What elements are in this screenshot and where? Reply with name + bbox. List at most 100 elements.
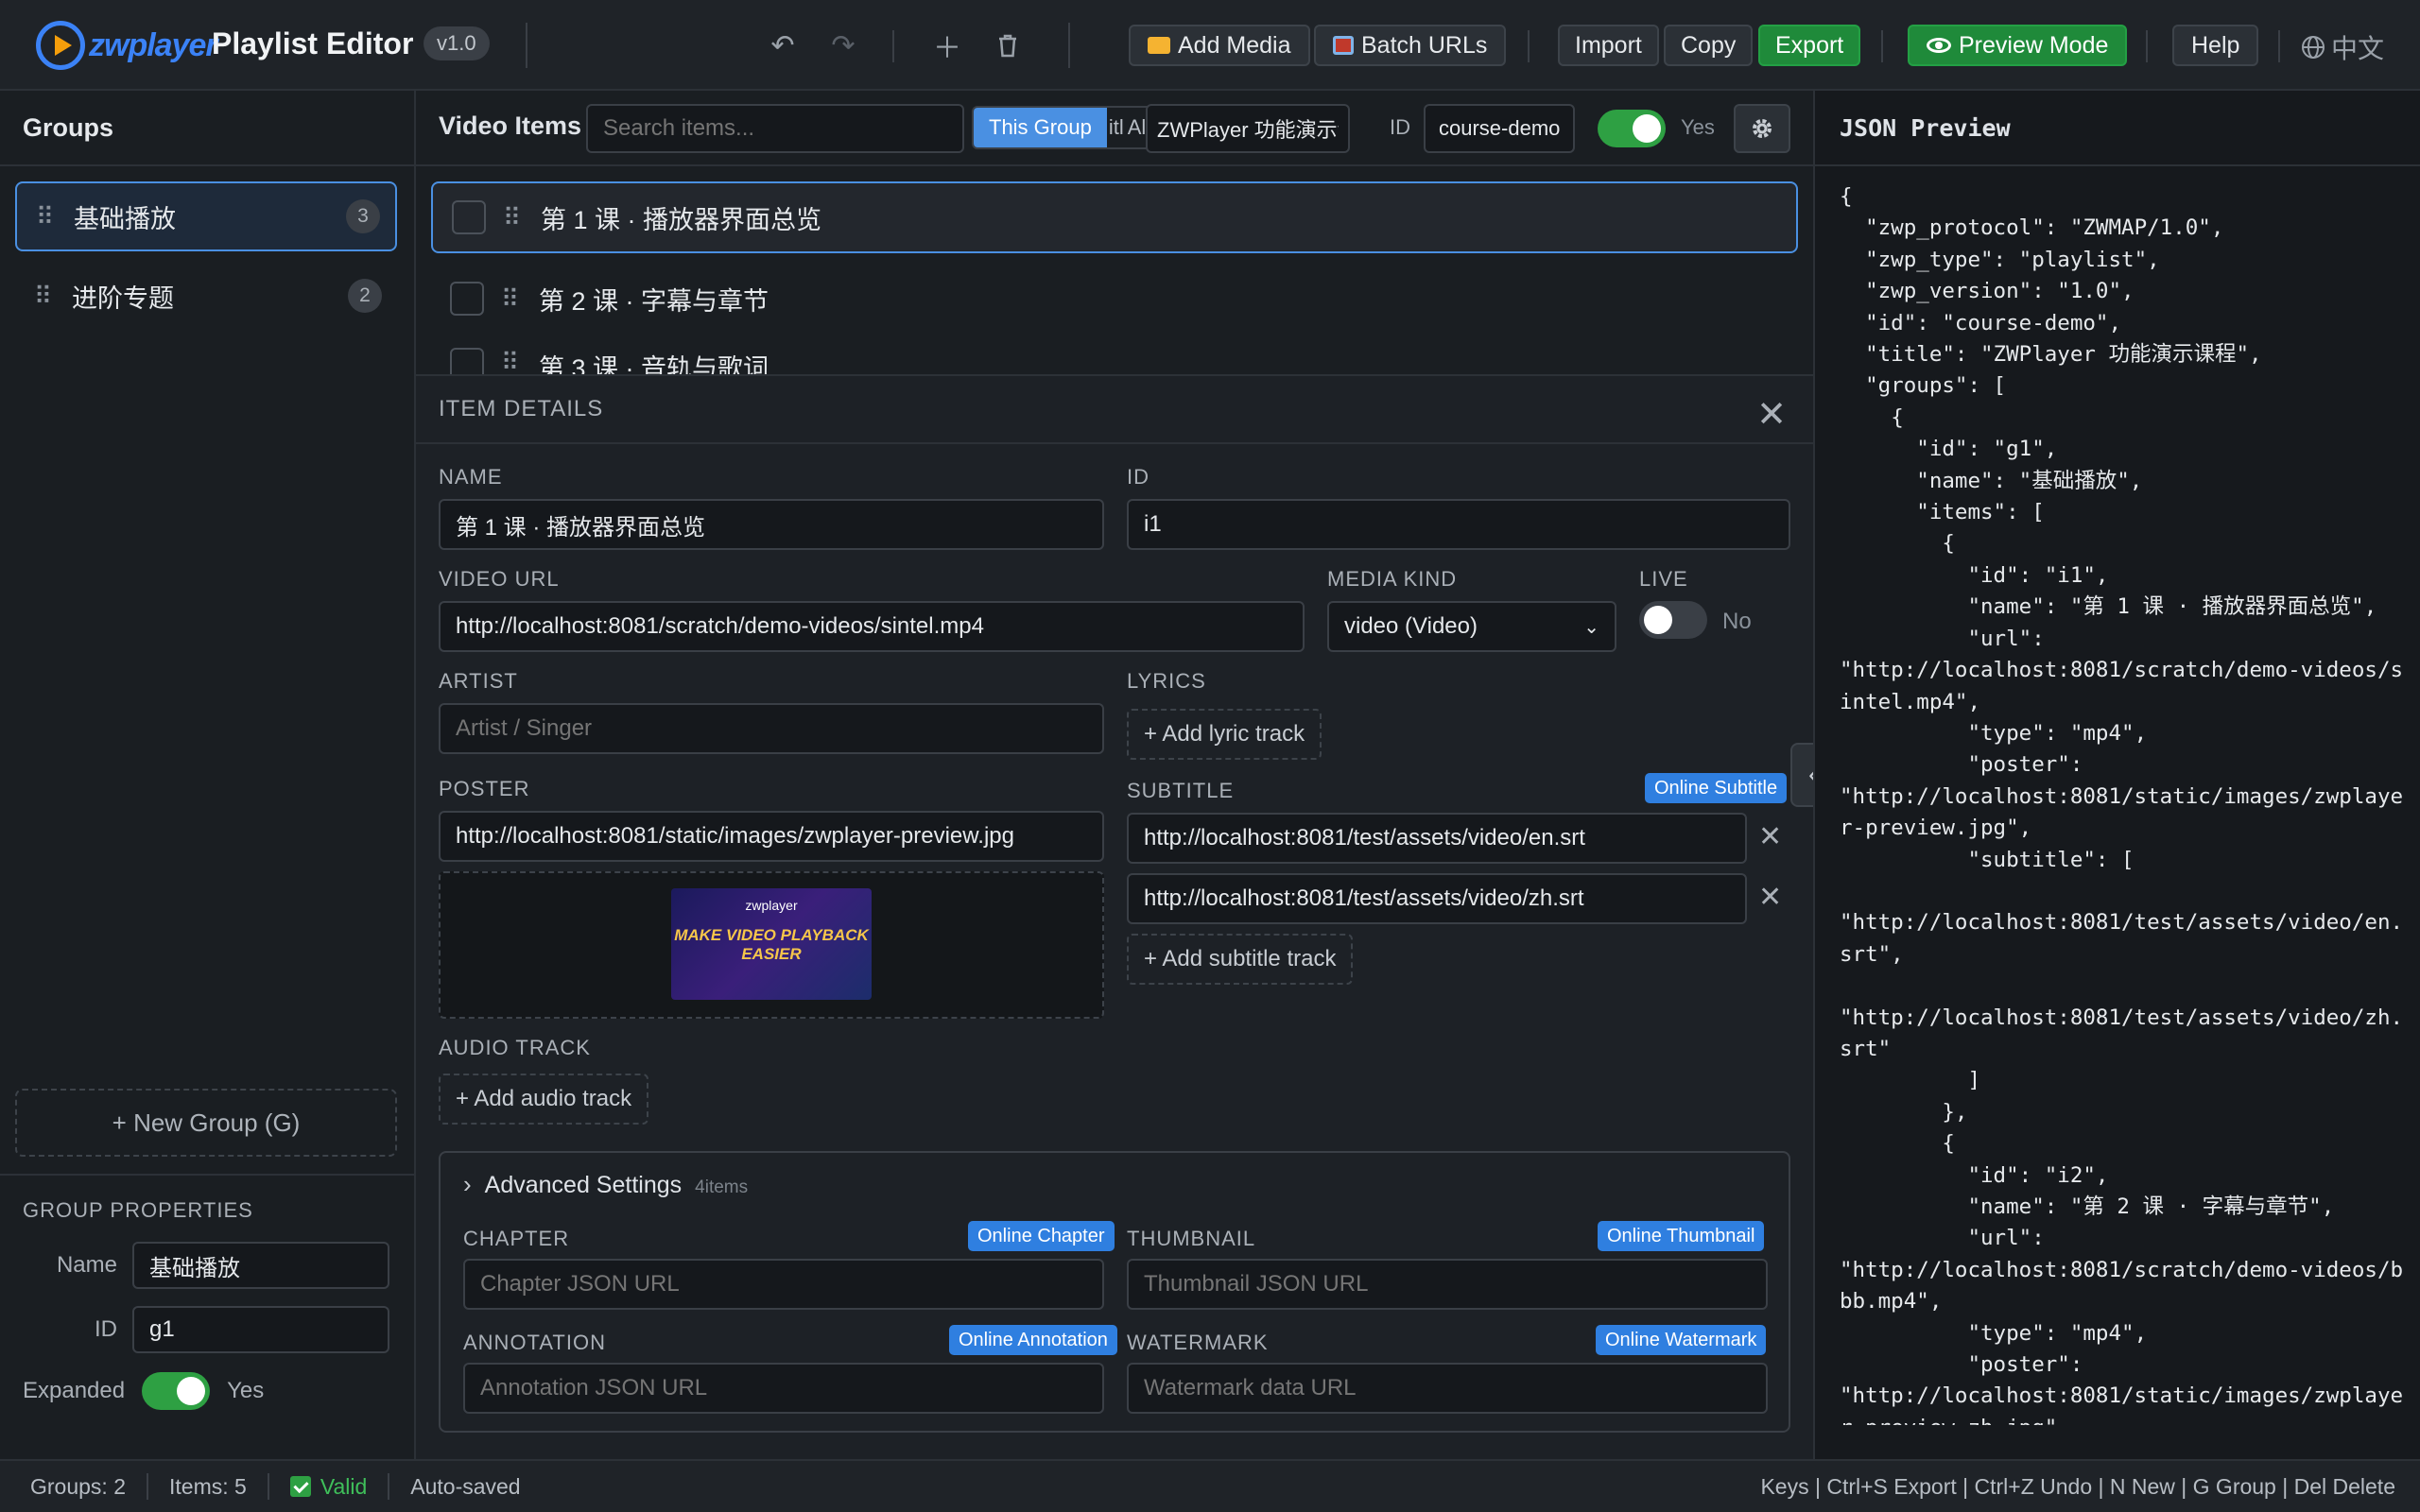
- media-kind-select[interactable]: video (Video) ⌄: [1327, 601, 1616, 652]
- delete-item-button[interactable]: [987, 26, 1028, 64]
- online-thumbnail-badge[interactable]: Online Thumbnail: [1598, 1221, 1765, 1251]
- toolbar-divider: [1528, 30, 1530, 62]
- items-header: Video Items This Group itl All ID Yes: [416, 91, 1813, 166]
- batch-urls-button[interactable]: Batch URLs: [1314, 25, 1507, 66]
- undo-button[interactable]: ↶: [762, 26, 804, 64]
- items-title: Video Items: [439, 112, 582, 140]
- thumbnail-url-input[interactable]: [1127, 1259, 1768, 1310]
- close-details-button[interactable]: ✕: [1756, 393, 1787, 436]
- preview-mode-button[interactable]: Preview Mode: [1908, 25, 2128, 66]
- annotation-label: ANNOTATION: [463, 1331, 606, 1354]
- drag-handle-icon[interactable]: ⠿: [34, 282, 72, 311]
- advanced-settings-toggle[interactable]: › Advanced Settings 4items: [463, 1170, 748, 1199]
- copy-button[interactable]: Copy: [1664, 25, 1754, 66]
- thumbnail-label: THUMBNAIL: [1127, 1227, 1256, 1250]
- play-logo-icon: [36, 21, 85, 70]
- add-subtitle-button[interactable]: + Add subtitle track: [1127, 934, 1354, 985]
- valid-status: Valid: [269, 1473, 390, 1500]
- item-row[interactable]: ⠿ 第 3 课 · 音轨与歌词: [431, 335, 1798, 374]
- toolbar-divider: [2146, 30, 2148, 62]
- drag-handle-icon[interactable]: ⠿: [36, 202, 74, 232]
- group-id-input[interactable]: [132, 1306, 389, 1353]
- item-id-input[interactable]: [1127, 499, 1790, 550]
- group-item[interactable]: ⠿ 进阶专题 2: [15, 261, 397, 331]
- close-icon: ✕: [1756, 395, 1787, 435]
- scope-this-group[interactable]: This Group: [974, 108, 1107, 147]
- annotation-url-input[interactable]: [463, 1363, 1104, 1414]
- online-subtitle-badge[interactable]: Online Subtitle: [1645, 773, 1788, 803]
- top-toolbar: zwplayer Playlist Editor v1.0 ↶ ↷ ＋ Add …: [0, 0, 2420, 91]
- live-toggle[interactable]: [1639, 601, 1707, 639]
- toolbar-divider: [2278, 30, 2280, 62]
- eye-icon: [1927, 38, 1951, 53]
- video-url-input[interactable]: [439, 601, 1305, 652]
- remove-subtitle-button[interactable]: ✕: [1758, 820, 1782, 853]
- help-button[interactable]: Help: [2172, 25, 2259, 66]
- add-media-button[interactable]: Add Media: [1129, 25, 1310, 66]
- live-value: No: [1722, 609, 1752, 634]
- playlist-editor-app: zwplayer Playlist Editor v1.0 ↶ ↷ ＋ Add …: [0, 0, 2420, 1512]
- group-properties-title: GROUP PROPERTIES: [23, 1198, 253, 1222]
- items-count: Items: 5: [148, 1473, 269, 1500]
- online-watermark-badge[interactable]: Online Watermark: [1596, 1325, 1767, 1355]
- drag-handle-icon[interactable]: ⠿: [501, 284, 539, 314]
- search-input[interactable]: [586, 104, 964, 153]
- artist-label: ARTIST: [439, 669, 518, 693]
- groups-count: Groups: 2: [0, 1473, 148, 1500]
- item-details-title: ITEM DETAILS: [439, 396, 604, 421]
- globe-icon: [2302, 36, 2325, 59]
- playlist-id-input[interactable]: [1424, 104, 1575, 153]
- add-lyric-button[interactable]: + Add lyric track: [1127, 709, 1322, 760]
- add-item-button[interactable]: ＋: [926, 26, 968, 64]
- settings-button[interactable]: [1734, 104, 1790, 153]
- subtitle-url-input[interactable]: [1127, 813, 1747, 864]
- drag-handle-icon[interactable]: ⠿: [501, 348, 539, 374]
- subtitle-url-input[interactable]: [1127, 873, 1747, 924]
- watermark-url-input[interactable]: [1127, 1363, 1768, 1414]
- redo-button[interactable]: ↷: [822, 26, 864, 64]
- online-annotation-badge[interactable]: Online Annotation: [949, 1325, 1117, 1355]
- chevron-down-icon: ⌄: [1583, 616, 1599, 638]
- language-switch[interactable]: 中文: [2301, 28, 2384, 66]
- item-name-input[interactable]: [439, 499, 1104, 550]
- add-audio-button[interactable]: + Add audio track: [439, 1074, 649, 1125]
- group-item[interactable]: ⠿ 基础播放 3: [15, 181, 397, 251]
- save-status: Auto-saved: [410, 1473, 521, 1499]
- json-preview-title: JSON Preview: [1815, 91, 2420, 166]
- online-chapter-badge[interactable]: Online Chapter: [968, 1221, 1115, 1251]
- expanded-label: Expanded: [23, 1378, 126, 1403]
- group-count-badge: 3: [346, 199, 380, 233]
- item-checkbox[interactable]: [452, 200, 486, 234]
- video-url-label: VIDEO URL: [439, 567, 560, 591]
- gear-icon: [1753, 119, 1772, 138]
- expanded-toggle[interactable]: [142, 1372, 211, 1410]
- scope-title[interactable]: itl: [1107, 108, 1126, 147]
- chapter-url-input[interactable]: [463, 1259, 1104, 1310]
- item-checkbox[interactable]: [450, 282, 484, 316]
- import-button[interactable]: Import: [1558, 25, 1659, 66]
- poster-url-input[interactable]: [439, 811, 1104, 862]
- group-name-input[interactable]: [132, 1242, 389, 1289]
- playlist-toggle[interactable]: [1598, 110, 1666, 147]
- toolbar-divider: [892, 30, 894, 62]
- expanded-value: Yes: [227, 1378, 265, 1403]
- playlist-title-input[interactable]: [1146, 104, 1350, 153]
- id-label: ID: [1127, 465, 1150, 489]
- drag-handle-icon[interactable]: ⠿: [503, 203, 541, 232]
- item-row[interactable]: ⠿ 第 1 课 · 播放器界面总览: [431, 181, 1798, 253]
- item-row[interactable]: ⠿ 第 2 课 · 字幕与章节: [431, 263, 1798, 335]
- item-checkbox[interactable]: [450, 348, 484, 374]
- artist-input[interactable]: [439, 703, 1104, 754]
- advanced-count: 4items: [695, 1177, 749, 1197]
- watermark-label: WATERMARK: [1127, 1331, 1269, 1354]
- undo-icon: ↶: [770, 29, 795, 61]
- media-kind-label: MEDIA KIND: [1327, 567, 1458, 591]
- remove-subtitle-button[interactable]: ✕: [1758, 881, 1782, 914]
- advanced-settings: › Advanced Settings 4items CHAPTER Onlin…: [439, 1151, 1790, 1433]
- export-button[interactable]: Export: [1758, 25, 1861, 66]
- group-count-badge: 2: [348, 279, 382, 313]
- check-icon: [289, 1476, 311, 1497]
- scope-toggle: This Group itl All: [972, 106, 1157, 149]
- new-group-button[interactable]: + New Group (G): [15, 1089, 397, 1157]
- trash-icon: [999, 34, 1016, 58]
